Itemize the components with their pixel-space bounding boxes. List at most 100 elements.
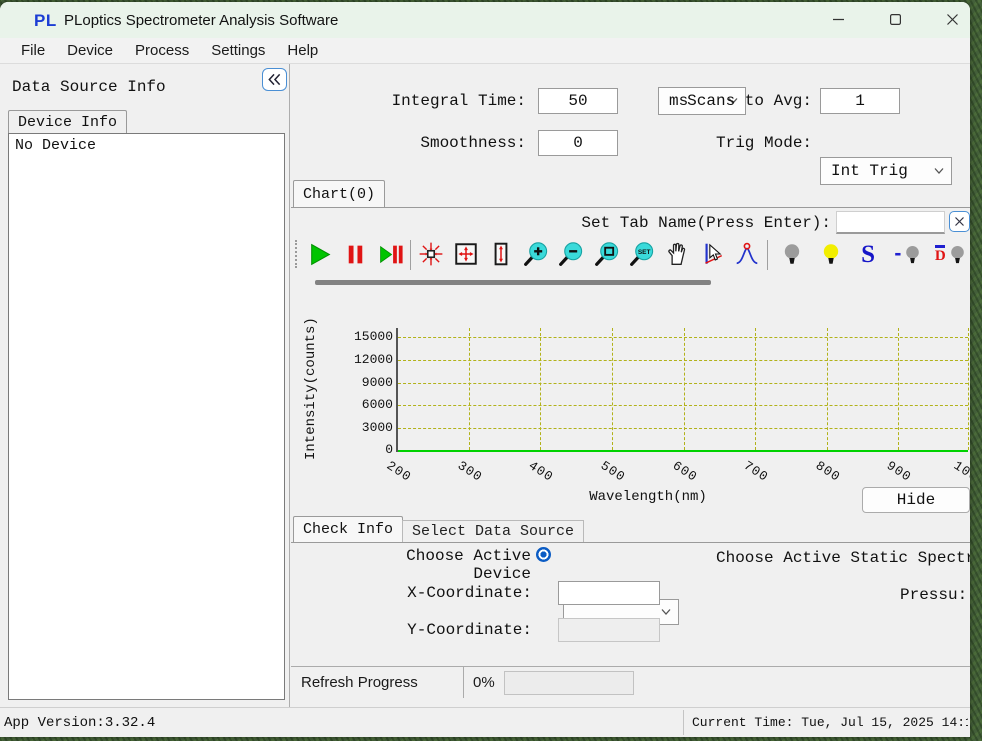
fit-both-axes-button[interactable] — [452, 237, 480, 271]
auto-scale-button[interactable] — [417, 237, 445, 271]
hand-icon — [664, 241, 690, 267]
trig-mode-label: Trig Mode: — [716, 130, 812, 156]
menu-device[interactable]: Device — [56, 40, 124, 61]
peak-curve-icon — [734, 241, 760, 267]
zoom-set-button[interactable]: SET — [628, 237, 656, 271]
yellow-bulb-icon — [819, 242, 843, 266]
x-tick: 600 — [670, 458, 700, 485]
vertical-expand-icon — [488, 241, 514, 267]
start-button[interactable] — [306, 237, 334, 271]
box-expand-icon — [453, 241, 479, 267]
x-tick: 1000 — [951, 458, 970, 490]
trig-mode-value: Int Trig — [831, 162, 908, 180]
cell-divider — [463, 667, 464, 698]
device-list[interactable]: No Device — [8, 133, 285, 700]
window-title: PLoptics Spectrometer Analysis Software — [64, 12, 338, 29]
tab-chart-0[interactable]: Chart(0) — [293, 180, 385, 208]
v-gridline — [968, 328, 969, 450]
dark-corrected-button[interactable]: D — [933, 237, 970, 271]
h-gridline — [398, 428, 968, 429]
menu-help[interactable]: Help — [276, 40, 329, 61]
spectrum-plot[interactable] — [396, 328, 968, 452]
chart-scroll-bar[interactable] — [315, 280, 711, 285]
zoom-box-button[interactable] — [593, 237, 621, 271]
desktop: PL PLoptics Spectrometer Analysis Softwa… — [0, 0, 982, 741]
pressure-label: Pressu: — [900, 586, 970, 604]
close-icon — [947, 14, 958, 25]
double-chevron-left-icon — [266, 72, 283, 87]
menu-file[interactable]: File — [10, 40, 56, 61]
play-icon — [307, 242, 332, 267]
magnifier-minus-icon — [558, 241, 584, 267]
set-tab-name-label: Set Tab Name(Press Enter): — [581, 214, 831, 232]
minimize-button[interactable] — [815, 2, 861, 37]
peak-find-button[interactable] — [733, 237, 761, 271]
hide-button[interactable]: Hide — [862, 487, 970, 513]
scope-letter: S — [861, 242, 875, 267]
magnifier-set-icon: SET — [629, 241, 655, 267]
x-tick: 800 — [813, 458, 843, 485]
fit-y-axis-button[interactable] — [487, 237, 515, 271]
close-button[interactable] — [929, 2, 970, 37]
content-area: Data Source Info Device Info No Device I… — [0, 64, 970, 707]
v-gridline — [898, 328, 899, 450]
tab-device-info[interactable]: Device Info — [8, 110, 127, 134]
active-device-radio[interactable] — [536, 547, 551, 562]
collapse-panel-button[interactable] — [262, 68, 287, 91]
h-gridline — [398, 405, 968, 406]
data-source-panel: Data Source Info Device Info No Device — [0, 64, 290, 707]
menu-bar: File Device Process Settings Help — [0, 38, 970, 64]
zoom-out-button[interactable] — [557, 237, 585, 271]
main-panel: Integral Time: ms Scans to Avg: Smoothne… — [291, 64, 970, 707]
time-unit-value: ms — [669, 92, 688, 110]
magnifier-plus-icon — [523, 241, 549, 267]
v-gridline — [827, 328, 828, 450]
refresh-progress-bar — [504, 671, 634, 695]
title-bar: PL PLoptics Spectrometer Analysis Softwa… — [0, 2, 970, 38]
set-tab-name-input[interactable] — [836, 211, 945, 234]
single-scan-button[interactable] — [376, 237, 404, 271]
pause-button[interactable] — [341, 237, 369, 271]
app-version: App Version:3.32.4 — [4, 715, 155, 731]
menu-process[interactable]: Process — [124, 40, 200, 61]
y-tick: 0 — [345, 442, 393, 457]
close-tab-button[interactable] — [949, 211, 970, 232]
toolbar-separator — [767, 240, 768, 270]
tab-check-info[interactable]: Check Info — [293, 516, 403, 542]
pan-button[interactable] — [663, 237, 691, 271]
scans-to-avg-label: Scans to Avg: — [687, 88, 812, 114]
pause-icon — [343, 242, 368, 267]
tab-select-data-source[interactable]: Select Data Source — [402, 520, 584, 542]
y-axis-label: Intensity(counts) — [303, 320, 319, 460]
y-tick: 9000 — [345, 375, 393, 390]
list-item[interactable]: No Device — [9, 134, 284, 157]
x-tick: 300 — [455, 458, 485, 485]
subtract-dark-button[interactable]: - — [891, 237, 927, 271]
cursor-marker-button[interactable] — [698, 237, 726, 271]
x-tick: 400 — [526, 458, 556, 485]
trig-mode-select[interactable]: Int Trig — [820, 157, 952, 185]
light-spectrum-button[interactable] — [817, 237, 845, 271]
scope-mode-button[interactable]: S — [854, 237, 882, 271]
tab-divider — [291, 542, 970, 543]
x-tick: 200 — [384, 458, 414, 485]
app-window: PL PLoptics Spectrometer Analysis Softwa… — [0, 2, 970, 737]
y-tick: 15000 — [345, 329, 393, 344]
chart-toolbar: SET — [291, 236, 970, 272]
zoom-in-button[interactable] — [522, 237, 550, 271]
menu-settings[interactable]: Settings — [200, 40, 276, 61]
smoothness-input[interactable] — [538, 130, 618, 156]
gray-bulb-icon — [780, 242, 804, 266]
toolbar-separator — [410, 240, 411, 270]
close-icon — [955, 217, 964, 226]
dark-spectrum-button[interactable] — [778, 237, 806, 271]
x-coordinate-input[interactable] — [558, 581, 660, 605]
toolbar-grip[interactable] — [295, 240, 298, 268]
choose-active-device-label: Choose Active Device — [339, 547, 531, 583]
integral-time-input[interactable] — [538, 88, 618, 114]
scans-to-avg-input[interactable] — [820, 88, 900, 114]
gray-bulb-icon — [947, 244, 968, 265]
d-letter: D — [935, 249, 946, 263]
maximize-button[interactable] — [872, 2, 918, 37]
minus-sign: - — [894, 242, 901, 266]
